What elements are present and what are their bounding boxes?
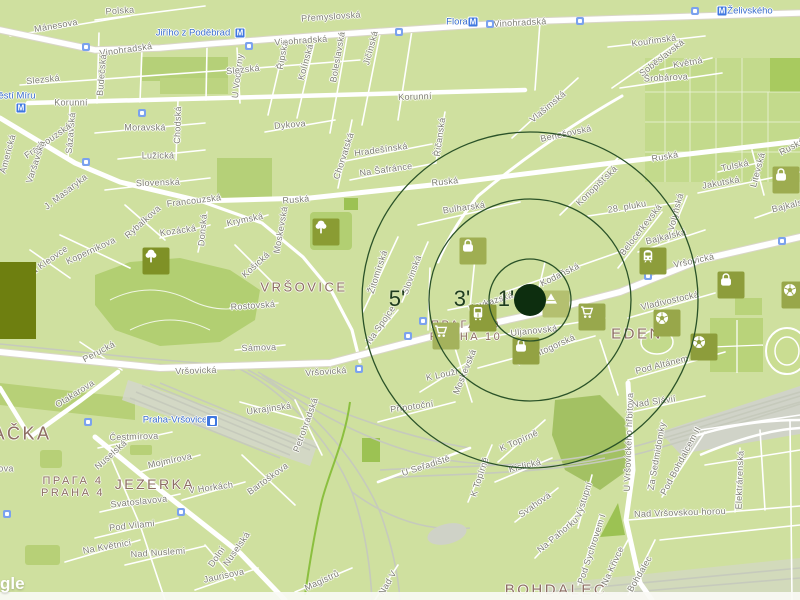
map-canvas[interactable]: VRŠOVICEJEZERKAEDENBOHDALECAČKAПРАГА 4PR… xyxy=(0,0,800,600)
radius-label: 3' xyxy=(454,288,470,310)
radius-label: 5' xyxy=(389,288,405,310)
radius-label: 1' xyxy=(498,288,514,310)
bottom-fade xyxy=(0,592,800,600)
radius-labels-layer: 1' 3' 5' xyxy=(0,0,800,600)
google-watermark: gle xyxy=(0,575,25,592)
edge-icon-fragment xyxy=(0,262,36,339)
